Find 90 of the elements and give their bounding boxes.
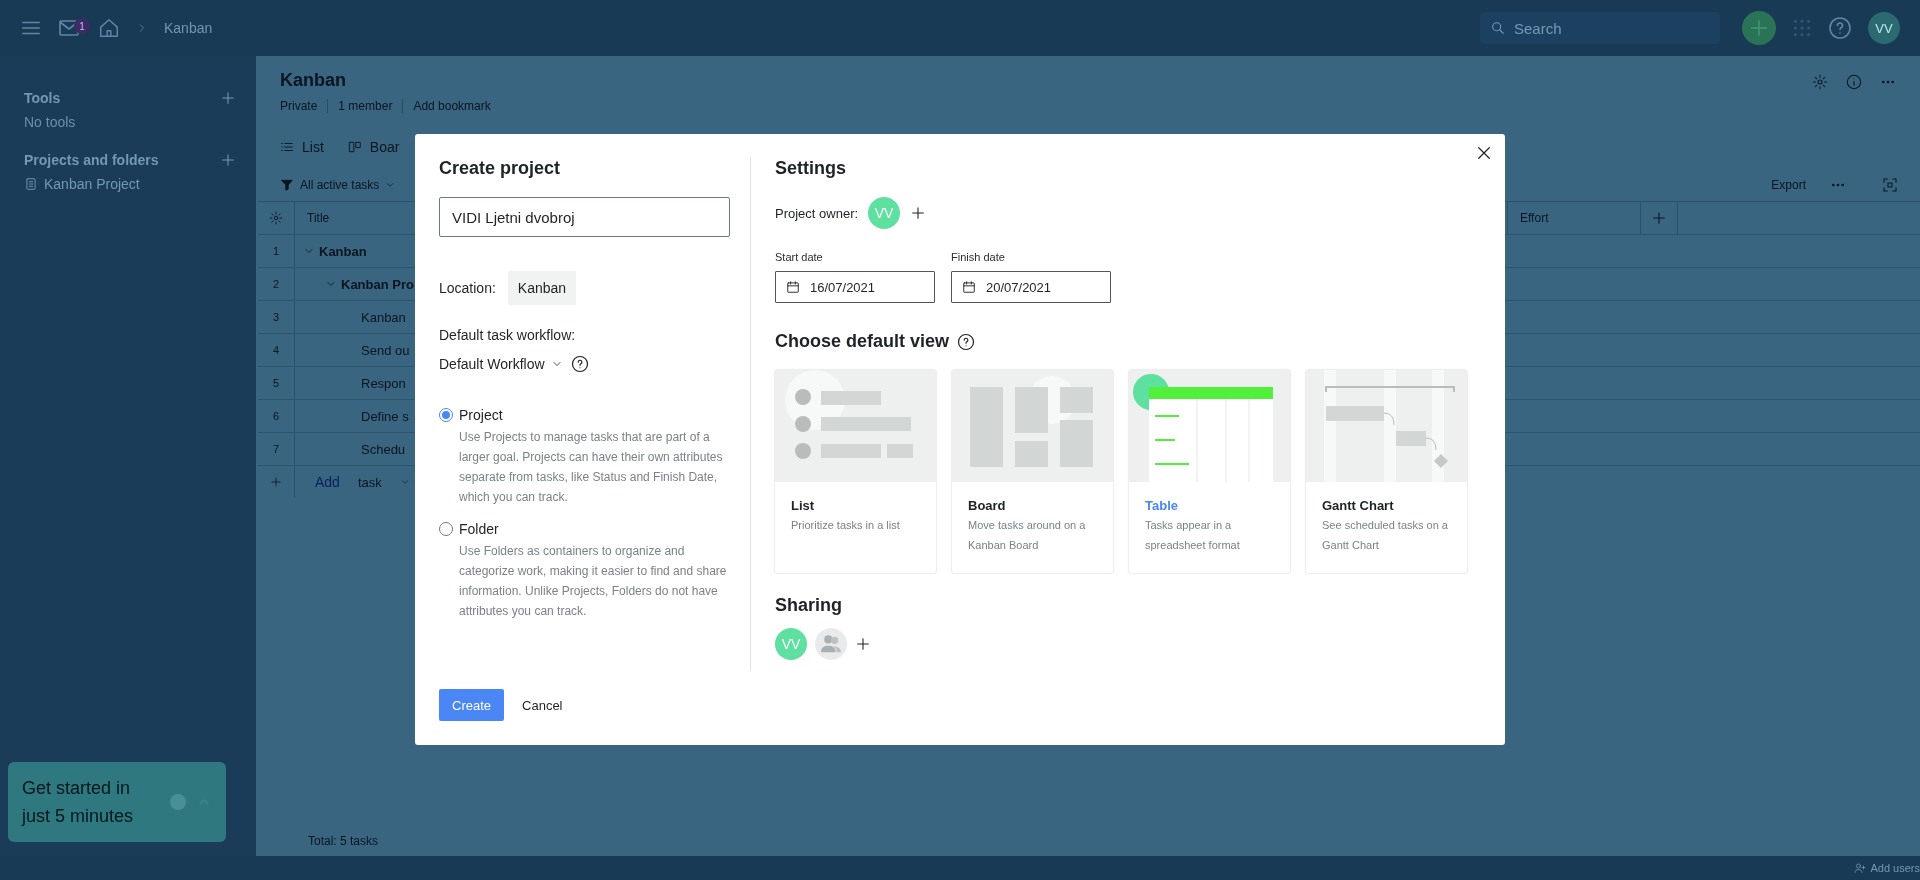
search-field[interactable]: Search bbox=[1480, 12, 1720, 44]
view-tab[interactable]: List bbox=[302, 139, 324, 155]
user-avatar[interactable]: VV bbox=[1868, 12, 1900, 44]
column-header[interactable]: Effort bbox=[1520, 211, 1549, 225]
view-option-card[interactable]: Table Tasks appear in a spreadsheet format bbox=[1129, 370, 1290, 573]
document-icon bbox=[24, 177, 38, 191]
task-title[interactable]: Kanban bbox=[361, 309, 406, 325]
view-option-card[interactable]: List Prioritize tasks in a list bbox=[775, 370, 936, 573]
task-title[interactable]: Respon bbox=[361, 375, 406, 391]
chevron-down-icon bbox=[399, 477, 410, 487]
date-field[interactable]: 20/07/2021 bbox=[951, 271, 1111, 303]
row-number: 1 bbox=[258, 235, 295, 267]
help-icon bbox=[570, 355, 589, 373]
item-type-dropdown[interactable]: task bbox=[357, 474, 382, 490]
radio-label[interactable]: Project bbox=[459, 407, 730, 423]
breadcrumb-link[interactable]: Kanban bbox=[164, 20, 213, 36]
row-number: 5 bbox=[258, 367, 295, 399]
location-label: Location: bbox=[439, 280, 496, 296]
export-link[interactable]: Export bbox=[1771, 178, 1806, 192]
fullscreen-icon bbox=[1882, 177, 1898, 193]
dialog-title: Create project bbox=[439, 158, 562, 179]
option-description: Use Projects to manage tasks that are part of a larger goal. Projects can have their own attributes separate from tasks, like Status and Finish Date, which you can track. bbox=[459, 429, 724, 506]
page-meta-link[interactable]: 1 member bbox=[327, 99, 393, 113]
settings-icon bbox=[269, 211, 283, 225]
chevron-down-icon bbox=[385, 180, 396, 190]
row-number: 3 bbox=[258, 301, 295, 333]
home-icon bbox=[98, 17, 120, 39]
column-header[interactable]: Title bbox=[307, 211, 330, 225]
page-meta-link[interactable]: Add bookmark bbox=[402, 99, 491, 113]
owner-label: Project owner: bbox=[775, 205, 859, 221]
page-title: Kanban bbox=[280, 70, 347, 91]
view-tab[interactable]: Boar bbox=[369, 139, 400, 155]
filter-dropdown[interactable]: All active tasks bbox=[300, 178, 380, 192]
get-started-card[interactable]: Get started in just 5 minutes bbox=[8, 762, 226, 842]
date-label: Finish date bbox=[951, 251, 1006, 263]
add-user-icon bbox=[1854, 862, 1867, 874]
notification-badge: 1 bbox=[74, 18, 90, 34]
workflow-dropdown[interactable]: Default Workflow bbox=[439, 356, 563, 372]
sidebar-item[interactable]: Kanban Project bbox=[44, 176, 140, 192]
task-title[interactable]: Define s bbox=[361, 408, 409, 424]
page-meta-link[interactable]: Private bbox=[280, 99, 318, 113]
add-icon bbox=[270, 476, 282, 488]
info-icon bbox=[1846, 74, 1862, 90]
add-icon bbox=[220, 152, 236, 168]
add-icon bbox=[220, 90, 236, 106]
task-title[interactable]: Kanban Pro bbox=[341, 276, 414, 292]
calendar-icon bbox=[962, 280, 976, 294]
date-field[interactable]: 16/07/2021 bbox=[775, 271, 935, 303]
settings-icon bbox=[1812, 74, 1828, 90]
board-icon bbox=[347, 140, 362, 154]
workflow-label: Default task workflow: bbox=[439, 327, 577, 343]
radio-label[interactable]: Folder bbox=[459, 521, 730, 537]
add-column-icon bbox=[1651, 210, 1667, 226]
section-title: Settings bbox=[775, 158, 847, 179]
project-name-input[interactable]: VIDI Ljetni dvobroj bbox=[439, 197, 730, 237]
location-chip[interactable]: Kanban bbox=[507, 271, 577, 305]
row-number: 2 bbox=[258, 268, 295, 300]
option-description: Use Folders as containers to organize and categorize work, making it easier to find and share information. Unlike Projects, Folders do not have attributes you can track. bbox=[459, 543, 728, 620]
member-avatar[interactable]: VV bbox=[775, 628, 807, 660]
group-avatar-icon[interactable] bbox=[815, 628, 847, 660]
cancel-button[interactable]: Cancel bbox=[522, 697, 563, 713]
view-option-card[interactable]: Gantt Chart See scheduled tasks on a Gantt Chart bbox=[1306, 370, 1467, 573]
calendar-icon bbox=[786, 280, 800, 294]
view-option-card[interactable]: Board Move tasks around on a Kanban Board bbox=[952, 370, 1113, 573]
owner-avatar[interactable]: VV bbox=[868, 197, 901, 229]
radio-button[interactable] bbox=[439, 522, 453, 536]
radio-button[interactable] bbox=[439, 408, 453, 422]
task-title[interactable]: Schedu bbox=[361, 441, 406, 457]
row-number: 6 bbox=[258, 400, 295, 432]
date-label: Start date bbox=[775, 251, 824, 263]
sidebar-section-title: Tools bbox=[24, 90, 61, 106]
row-number: 7 bbox=[258, 433, 295, 465]
add-task-link[interactable]: Add bbox=[315, 474, 340, 490]
help-icon bbox=[957, 332, 976, 351]
help-icon bbox=[1828, 16, 1852, 40]
total-count: Total: 5 tasks bbox=[307, 834, 380, 850]
create-button[interactable]: Create bbox=[439, 689, 505, 721]
add-button[interactable] bbox=[1742, 11, 1776, 45]
add-users-link[interactable]: Add users bbox=[1870, 862, 1920, 874]
task-title[interactable]: Kanban bbox=[319, 243, 367, 259]
section-title: Choose default view bbox=[775, 331, 950, 352]
search-icon bbox=[1490, 20, 1506, 36]
status-dot-icon bbox=[170, 794, 186, 810]
filter-icon bbox=[280, 178, 294, 192]
list-icon bbox=[280, 140, 294, 154]
section-title: Sharing bbox=[775, 595, 843, 616]
task-title[interactable]: Send ou bbox=[361, 342, 410, 358]
row-number: 4 bbox=[258, 334, 295, 366]
sidebar-section-title: Projects and folders bbox=[24, 152, 159, 168]
empty-text: No tools bbox=[24, 114, 77, 130]
